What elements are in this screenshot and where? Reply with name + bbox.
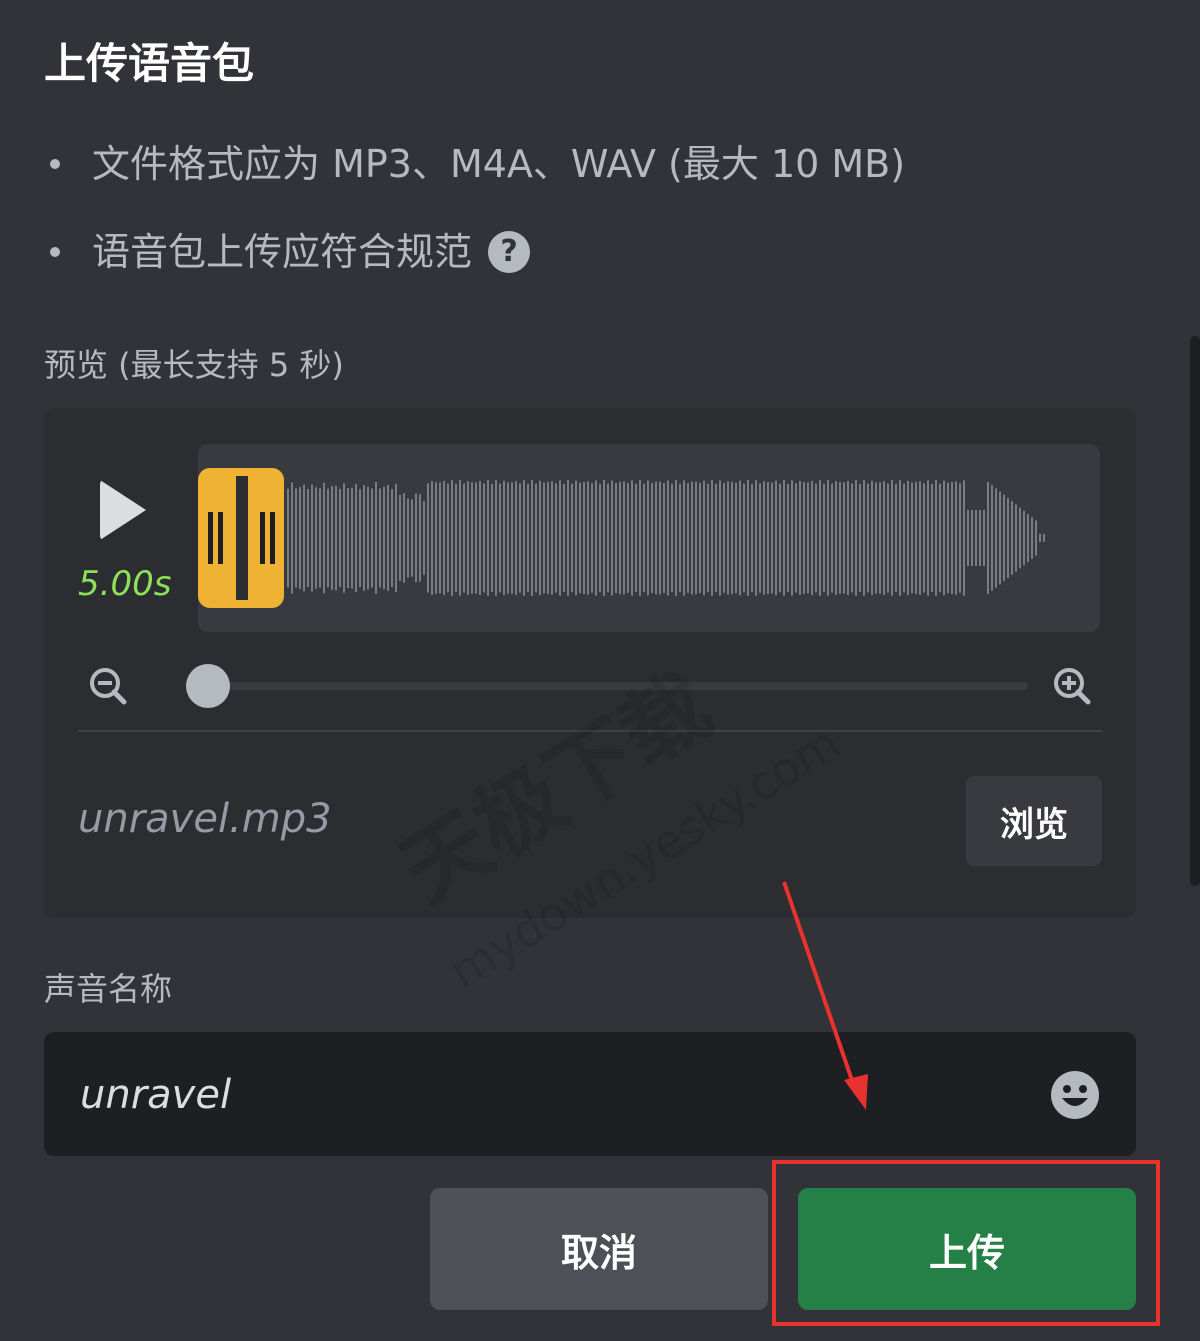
preview-panel: 5.00s unravel.mp3 浏览 xyxy=(44,408,1136,918)
bullet-dot xyxy=(50,247,60,257)
requirement-format-text: 文件格式应为 MP3、M4A、WAV (最大 10 MB) xyxy=(92,142,906,186)
waveform xyxy=(287,480,1045,596)
waveform-track[interactable] xyxy=(198,444,1100,632)
file-name: unravel.mp3 xyxy=(78,796,332,842)
sound-name-label: 声音名称 xyxy=(44,970,173,1008)
zoom-slider[interactable] xyxy=(188,682,1028,690)
duration-text: 5.00s xyxy=(78,564,172,604)
emoji-icon[interactable] xyxy=(1050,1070,1100,1120)
zoom-slider-knob[interactable] xyxy=(186,664,230,708)
preview-label: 预览 (最长支持 5 秒) xyxy=(44,346,344,384)
upload-button[interactable]: 上传 xyxy=(798,1188,1136,1310)
cancel-button[interactable]: 取消 xyxy=(430,1188,768,1310)
sound-name-field xyxy=(44,1032,1136,1158)
sound-name-input[interactable] xyxy=(78,1032,982,1158)
scrollbar[interactable] xyxy=(1190,336,1200,886)
dialog-title: 上传语音包 xyxy=(44,39,255,88)
zoom-in-icon[interactable] xyxy=(1052,666,1092,706)
handle-grip-right xyxy=(260,512,265,564)
divider xyxy=(78,730,1102,732)
play-icon[interactable] xyxy=(100,480,146,540)
trim-handle[interactable] xyxy=(198,468,284,608)
zoom-out-icon[interactable] xyxy=(88,666,128,706)
bullet-dot xyxy=(50,159,60,169)
requirements-list: 文件格式应为 MP3、M4A、WAV (最大 10 MB) 语音包上传应符合规范… xyxy=(50,120,905,296)
handle-grip-left xyxy=(208,512,213,564)
handle-grip-left xyxy=(218,512,223,564)
requirement-format: 文件格式应为 MP3、M4A、WAV (最大 10 MB) xyxy=(50,120,905,208)
help-icon[interactable]: ? xyxy=(488,231,531,273)
zoom-control xyxy=(88,658,1100,714)
browse-button[interactable]: 浏览 xyxy=(966,776,1102,866)
requirement-policy-text: 语音包上传应符合规范 xyxy=(92,230,473,274)
requirement-policy: 语音包上传应符合规范 ? xyxy=(50,208,905,296)
handle-grip-right xyxy=(270,512,275,564)
playhead xyxy=(236,476,248,600)
